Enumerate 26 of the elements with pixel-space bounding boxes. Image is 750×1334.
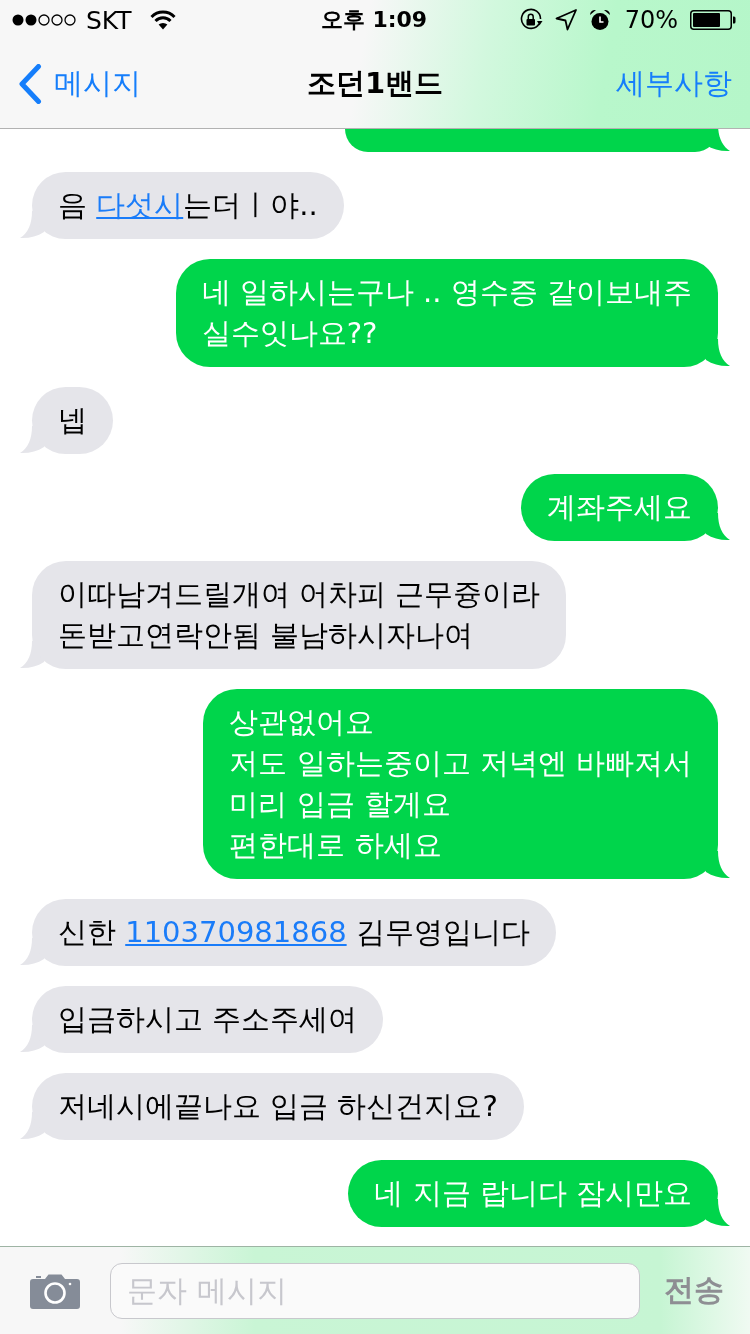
message-text: 네 일하시는구나 .. 영수증 같이보내주 실수잇나요?? <box>201 275 692 350</box>
camera-icon[interactable] <box>30 1272 80 1309</box>
status-time: 오후 1:09 <box>320 6 428 34</box>
location-arrow-icon <box>554 9 577 31</box>
message-text: 네 지금 랍니다 잠시만요 <box>374 1176 692 1210</box>
details-button[interactable]: 세부사항 <box>616 64 732 104</box>
message-text: 상관없어요 저도 일하는중이고 저녁엔 바빠져서 미리 입금 할게요 편한대로 하세요 <box>229 705 692 862</box>
message-text: 신한 110370981868 김무영입니다 <box>58 915 530 949</box>
wifi-icon <box>149 10 176 30</box>
message-text: 이따남겨드릴개여 어차피 근무즁이라 돈받고연락안됨 불남하시자나여 <box>58 577 541 652</box>
conversation-title: 조던1밴드 <box>306 65 444 102</box>
back-button[interactable]: 메시지 <box>18 64 141 104</box>
link[interactable]: 110370981868 <box>125 915 347 949</box>
message-text: 계좌주세요 <box>547 490 692 524</box>
signal-dots-icon <box>12 13 76 27</box>
battery-icon <box>690 10 736 30</box>
alarm-clock-icon <box>588 9 611 31</box>
battery-percent: 70% <box>624 6 678 34</box>
message-text: 저네시에끝나요 입금 하신건지요? <box>58 1089 498 1123</box>
chevron-left-icon <box>18 64 42 104</box>
carrier-name: SKT <box>86 5 132 35</box>
message-text: 음 다섯시 는더ㅣ야.. <box>58 188 318 222</box>
link[interactable]: 다섯시 <box>96 188 184 222</box>
message-text: 넵 <box>58 403 87 437</box>
message-text: 입금하시고 주소주세여 <box>58 1002 358 1036</box>
rotation-lock-icon <box>518 8 543 32</box>
